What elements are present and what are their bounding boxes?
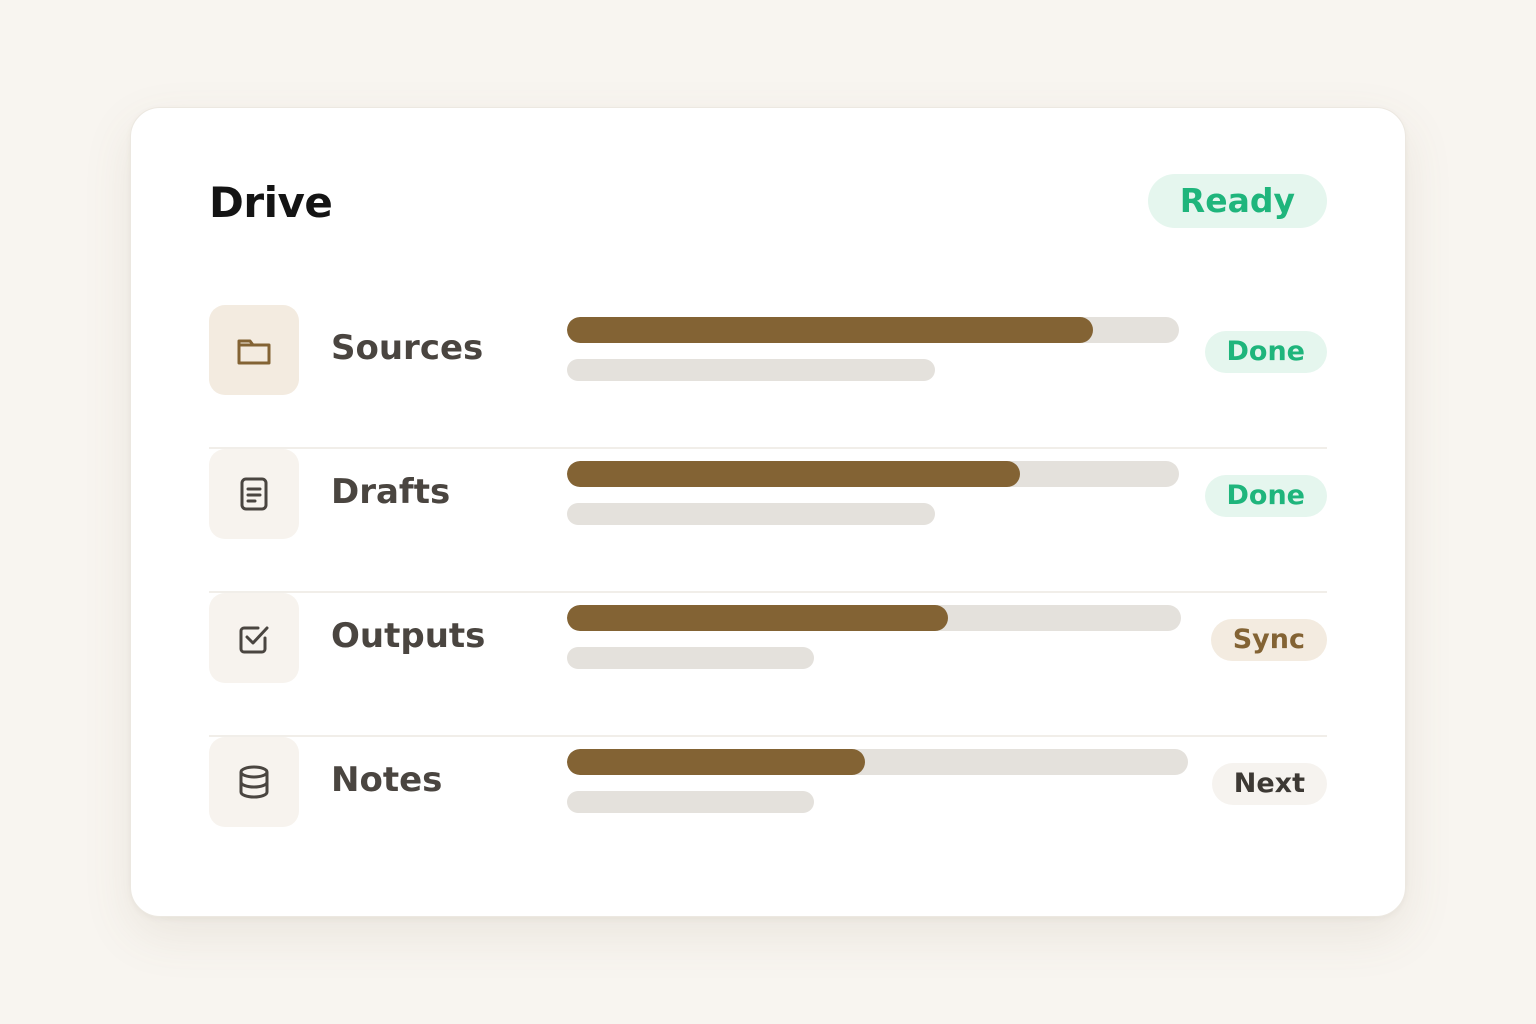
placeholder-line <box>567 503 935 525</box>
progress-bar <box>567 317 1179 343</box>
item-label: Drafts <box>331 472 451 512</box>
progress-bar <box>567 749 1188 775</box>
page-title: Drive <box>209 178 333 227</box>
progress-fill <box>567 317 1094 343</box>
list-item-notes[interactable]: Notes Next <box>209 735 1327 881</box>
progress-bar <box>567 461 1179 487</box>
progress-fill <box>567 605 948 631</box>
status-badge: Sync <box>1210 619 1327 661</box>
list-item-drafts[interactable]: Drafts Done <box>209 447 1327 593</box>
database-icon <box>209 737 299 827</box>
progress-fill <box>567 749 866 775</box>
item-label: Sources <box>331 328 484 368</box>
item-label: Notes <box>331 760 443 800</box>
progress-bar <box>567 605 1181 631</box>
drive-card: Drive Ready Sources Done Drafts Done Out… <box>130 107 1406 917</box>
card-header: Drive Ready <box>209 174 1327 230</box>
document-icon <box>209 449 299 539</box>
item-label: Outputs <box>331 616 486 656</box>
folder-list: Sources Done Drafts Done Outputs Sync No… <box>209 305 1327 881</box>
checkbox-icon <box>209 593 299 683</box>
placeholder-line <box>567 647 814 669</box>
status-badge: Done <box>1204 331 1327 373</box>
placeholder-line <box>567 359 935 381</box>
progress-fill <box>567 461 1020 487</box>
placeholder-line <box>567 791 814 813</box>
list-item-sources[interactable]: Sources Done <box>209 305 1327 449</box>
ready-status-badge: Ready <box>1147 174 1327 228</box>
status-badge: Next <box>1211 763 1327 805</box>
status-badge: Done <box>1204 475 1327 517</box>
list-item-outputs[interactable]: Outputs Sync <box>209 591 1327 737</box>
folder-icon <box>209 305 299 395</box>
